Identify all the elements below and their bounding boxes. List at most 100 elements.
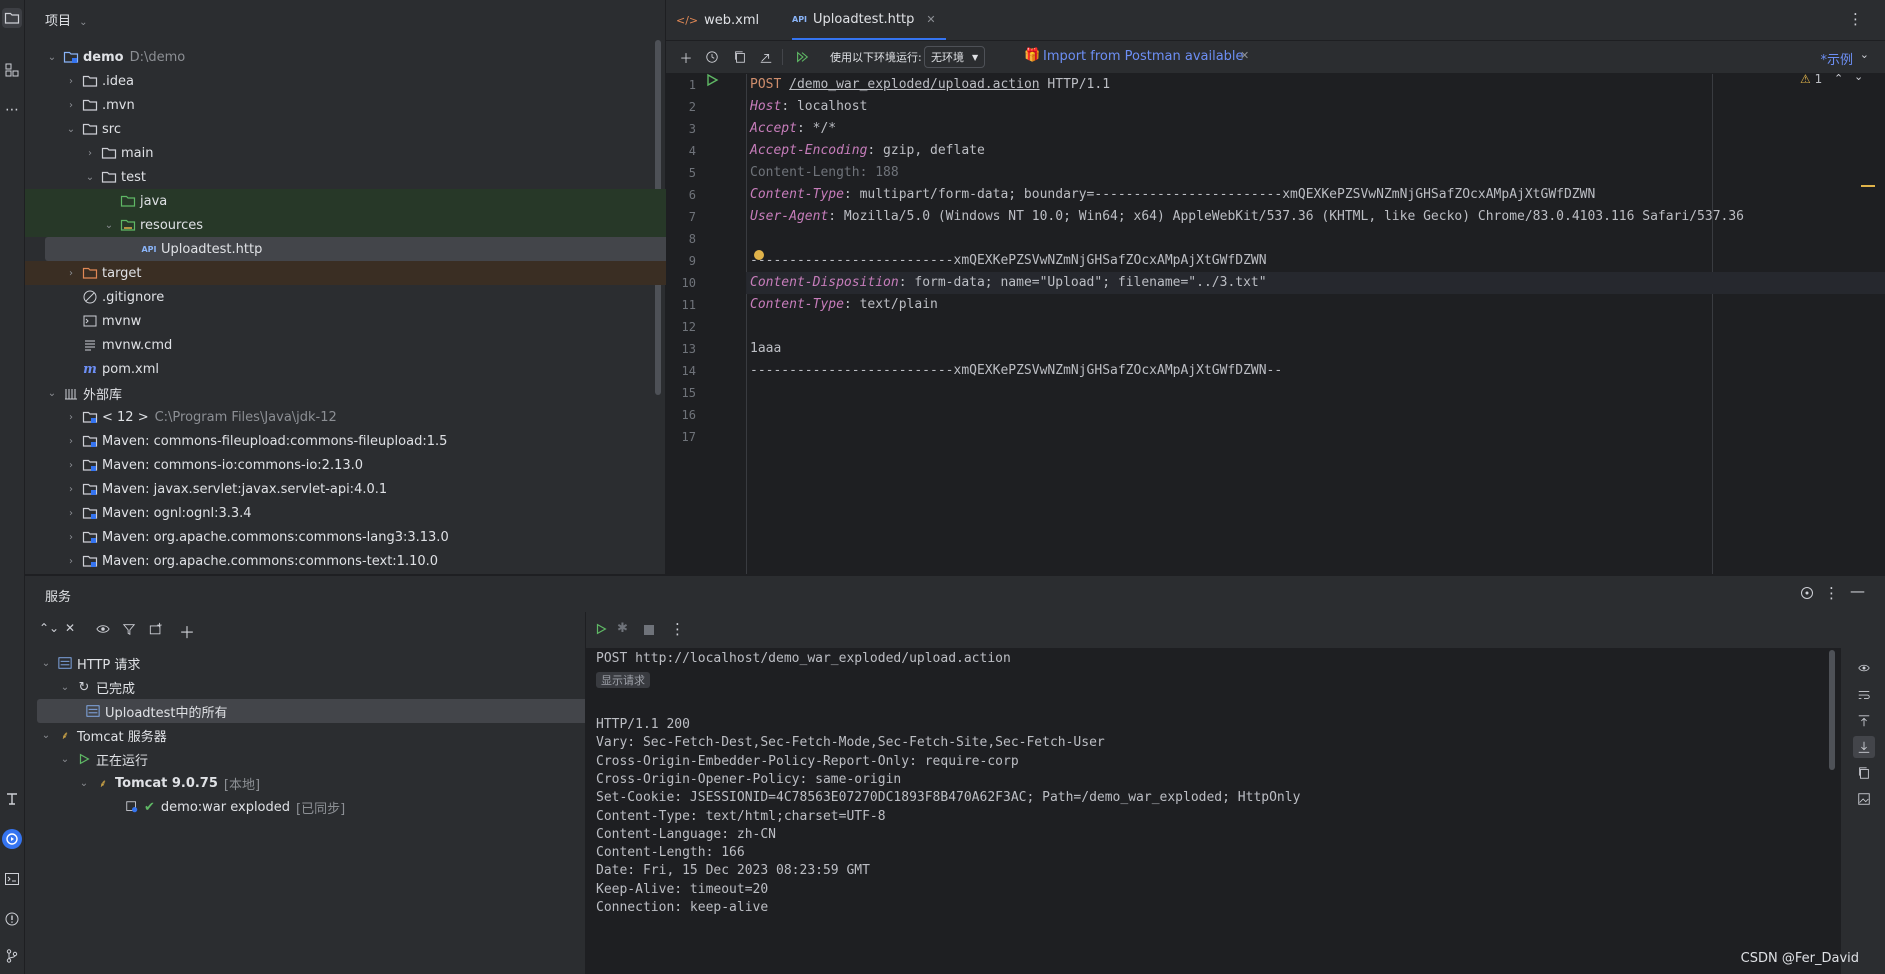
tree-item-mvn[interactable]: › .mvn [25,93,704,117]
collapse-all-icon[interactable]: ✕ [65,621,75,635]
tree-item-library[interactable]: › Maven: javax.servlet:javax.servlet-api… [25,477,704,501]
problems-icon[interactable] [2,909,22,929]
git-icon[interactable] [2,946,22,966]
copy-icon[interactable] [1857,766,1871,784]
tree-item-running[interactable]: ⌄ 正在运行 [25,747,618,771]
tree-item-demo[interactable]: ⌄ demo D:\demo [25,45,685,69]
chevron-down-icon[interactable]: ⌄ [58,682,72,693]
structure-icon[interactable] [2,60,22,80]
chevron-down-icon[interactable]: ⌄ [45,52,59,63]
expand-all-icon[interactable]: ⌃⌄ [39,621,59,635]
code-line[interactable]: Host: localhost [750,96,867,118]
show-request-button[interactable]: 显示请求 [596,672,650,688]
chevron-right-icon[interactable]: › [64,412,78,423]
project-folder-icon[interactable] [2,8,22,28]
soft-wrap-icon[interactable] [1857,688,1871,706]
tab-web-xml[interactable]: </> web.xml [676,0,759,40]
tree-item-resources[interactable]: ⌄ resources [25,213,742,237]
filter-icon[interactable] [122,622,136,640]
code-line[interactable]: User-Agent: Mozilla/5.0 (Windows NT 10.0… [750,206,1744,228]
code-line[interactable]: --------------------------xmQEXKePZSVwNZ… [750,250,1267,272]
tree-item-target[interactable]: › target [25,261,704,285]
chevron-down-icon[interactable]: ⌄ [64,124,78,135]
code-editor[interactable]: ⚠ 1 ⌃ ⌄ 1 POST /demo_war_exploded/upload.… [666,70,1885,574]
more-options-icon[interactable]: ⋮ [1848,10,1863,28]
examples-link[interactable]: *示例 [1820,49,1853,68]
tree-item-mvnw[interactable]: mvnw [25,309,718,333]
add-request-icon[interactable]: ＋ [676,47,696,67]
chevron-down-icon[interactable]: ⌄ [39,658,53,669]
services-icon[interactable] [2,829,22,849]
project-header[interactable]: 项目 ⌄ [45,10,88,29]
code-line[interactable]: Content-Type: text/plain [750,294,938,316]
image-icon[interactable] [1857,792,1871,810]
code-line[interactable]: Accept: */* [750,118,836,140]
chevron-right-icon[interactable]: › [64,508,78,519]
code-line[interactable]: --------------------------xmQEXKePZSVwNZ… [750,360,1282,382]
chevron-right-icon[interactable]: › [64,100,78,111]
tree-item-src[interactable]: ⌄ src [25,117,704,141]
tree-item-jdk[interactable]: › < 12 > C:\Program Files\Java\jdk-12 [25,405,704,429]
tree-item-library[interactable]: › Maven: org.apache.commons:commons-lang… [25,525,704,549]
add-service-icon[interactable]: ＋ [179,619,195,643]
code-line[interactable]: Content-Length: 188 [750,162,899,184]
tree-item-mvnw-cmd[interactable]: mvnw.cmd [25,333,718,357]
env-select[interactable]: 无环境 ▼ [924,46,986,68]
copy-icon[interactable] [730,47,750,67]
tree-item-tomcat-servers[interactable]: ⌄ ⸙ Tomcat 服务器 [25,723,599,747]
more-options-icon[interactable]: ⋮ [1824,584,1839,602]
tree-item-java[interactable]: java [25,189,756,213]
chevron-right-icon[interactable]: › [64,268,78,279]
chevron-down-icon[interactable]: ⌄ [77,778,91,789]
eye-icon[interactable] [95,622,111,640]
chevron-down-icon[interactable]: ⌄ [79,17,87,28]
target-icon[interactable] [1799,585,1815,605]
chevron-down-icon[interactable]: ⌄ [45,388,59,399]
chevron-down-icon[interactable]: ⌄ [1854,70,1863,83]
tab-uploadtest-http[interactable]: API Uploadtest.http ✕ [792,0,946,40]
tree-item-pom-xml[interactable]: m pom.xml [25,357,718,381]
tree-item-http-requests[interactable]: ⌄ HTTP 请求 [25,651,599,675]
new-group-icon[interactable] [149,622,163,640]
response-scrollbar[interactable] [1829,650,1835,770]
chevron-down-icon[interactable]: ⌄ [1860,48,1869,61]
code-line[interactable]: 1aaa [750,338,781,360]
minimize-icon[interactable]: — [1850,582,1865,600]
tree-item-library[interactable]: › Maven: commons-fileupload:commons-file… [25,429,704,453]
tree-item-idea[interactable]: › .idea [25,69,704,93]
close-icon[interactable]: ✕ [1240,49,1249,62]
tree-item-library[interactable]: › Maven: ognl:ognl:3.3.4 [25,501,704,525]
code-line[interactable]: Content-Type: multipart/form-data; bound… [750,184,1595,206]
code-line[interactable]: POST /demo_war_exploded/upload.action HT… [750,74,1110,96]
chevron-right-icon[interactable]: › [64,556,78,567]
tree-item-tomcat-instance[interactable]: ⌄ ⸙ Tomcat 9.0.75 [本地] [25,771,637,795]
import-postman-link[interactable]: Import from Postman available [1043,49,1244,64]
terminal-icon[interactable] [2,869,22,889]
chevron-up-icon[interactable]: ⌃ [1834,72,1843,85]
code-line[interactable]: Content-Disposition: form-data; name="Up… [750,272,1267,294]
tree-item-library[interactable]: › Maven: org.apache.commons:commons-text… [25,549,704,573]
tree-item-completed[interactable]: ⌄ ↻ 已完成 [25,675,618,699]
chevron-down-icon[interactable]: ⌄ [58,754,72,765]
history-icon[interactable] [702,47,722,67]
run-request-icon[interactable] [704,72,720,92]
run-icon[interactable] [594,622,608,640]
more-options-icon[interactable]: ⋮ [670,620,685,638]
close-icon[interactable]: ✕ [926,13,935,26]
build-icon[interactable] [2,789,22,809]
chevron-right-icon[interactable]: › [64,460,78,471]
tree-item-uploadtest-all[interactable]: Uploadtest中的所有 [37,699,619,723]
warning-icon[interactable]: ⚠ 1 [1800,72,1822,86]
tree-item-artifact[interactable]: ✔ demo:war exploded [已同步] [25,795,680,819]
chevron-right-icon[interactable]: › [64,484,78,495]
convert-icon[interactable] [756,47,776,67]
tree-item-external-libraries[interactable]: ⌄ 外部库 [25,381,685,405]
chevron-right-icon[interactable]: › [64,532,78,543]
more-icon[interactable]: ⋯ [2,100,22,120]
chevron-down-icon[interactable]: ⌄ [83,172,97,183]
eye-icon[interactable] [1857,662,1871,678]
chevron-right-icon[interactable]: › [64,76,78,87]
tree-item-gitignore[interactable]: .gitignore [25,285,718,309]
tree-item-main[interactable]: › main [25,141,723,165]
stop-icon[interactable] [644,625,654,635]
